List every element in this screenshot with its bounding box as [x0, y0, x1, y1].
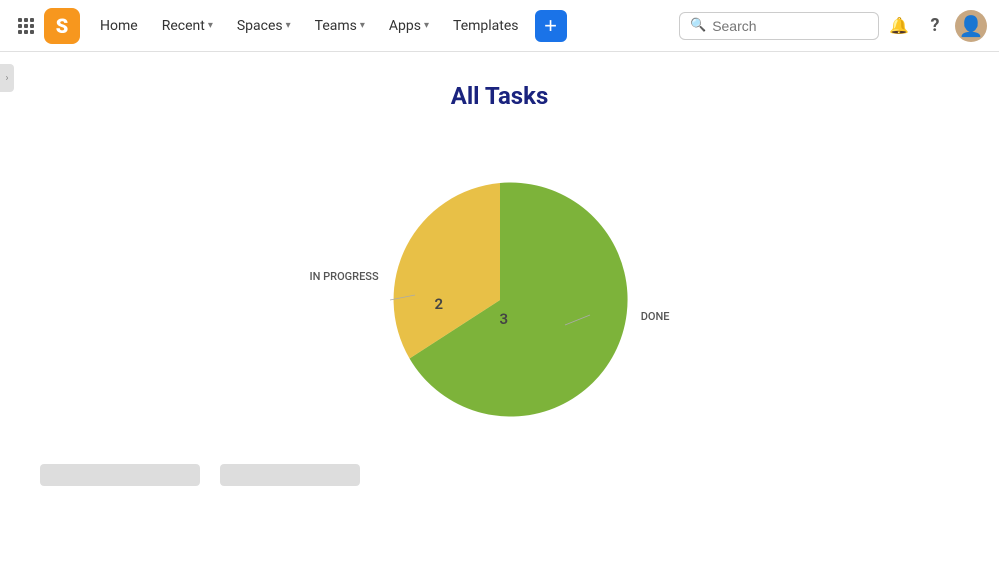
nav-spaces[interactable]: Spaces ▾	[227, 12, 301, 40]
search-bar[interactable]: 🔍	[679, 12, 879, 40]
notifications-button[interactable]: 🔔	[883, 10, 915, 42]
done-value: 3	[500, 310, 509, 328]
nav-templates[interactable]: Templates	[443, 12, 529, 40]
app-logo[interactable]: S	[44, 8, 80, 44]
grid-icon[interactable]	[12, 12, 40, 40]
spaces-chevron-icon: ▾	[286, 20, 291, 31]
pie-chart-container: IN PROGRESS DONE 2 3	[270, 140, 730, 460]
search-icon: 🔍	[690, 18, 706, 33]
avatar-image: 👤	[959, 14, 984, 38]
in-progress-value: 2	[435, 295, 444, 313]
apps-chevron-icon: ▾	[424, 20, 429, 31]
nav-home[interactable]: Home	[90, 12, 148, 40]
in-progress-label: IN PROGRESS	[310, 270, 379, 283]
bell-icon: 🔔	[889, 16, 909, 35]
main-content: All Tasks IN PROGRESS DONE 2 3	[0, 52, 999, 490]
page-title: All Tasks	[451, 82, 549, 110]
bottom-bar	[0, 460, 999, 490]
pie-chart	[370, 170, 630, 430]
nav-teams[interactable]: Teams ▾	[305, 12, 375, 40]
nav-apps[interactable]: Apps ▾	[379, 12, 439, 40]
recent-chevron-icon: ▾	[208, 20, 213, 31]
search-input[interactable]	[712, 18, 868, 34]
nav-recent[interactable]: Recent ▾	[152, 12, 223, 40]
add-button[interactable]: +	[535, 10, 567, 42]
user-avatar[interactable]: 👤	[955, 10, 987, 42]
teams-chevron-icon: ▾	[360, 20, 365, 31]
help-icon: ?	[931, 15, 940, 36]
bottom-box-2[interactable]	[220, 464, 360, 486]
done-label: DONE	[641, 310, 670, 323]
help-button[interactable]: ?	[919, 10, 951, 42]
navbar: S Home Recent ▾ Spaces ▾ Teams ▾ Apps ▾ …	[0, 0, 999, 52]
bottom-box-1[interactable]	[40, 464, 200, 486]
